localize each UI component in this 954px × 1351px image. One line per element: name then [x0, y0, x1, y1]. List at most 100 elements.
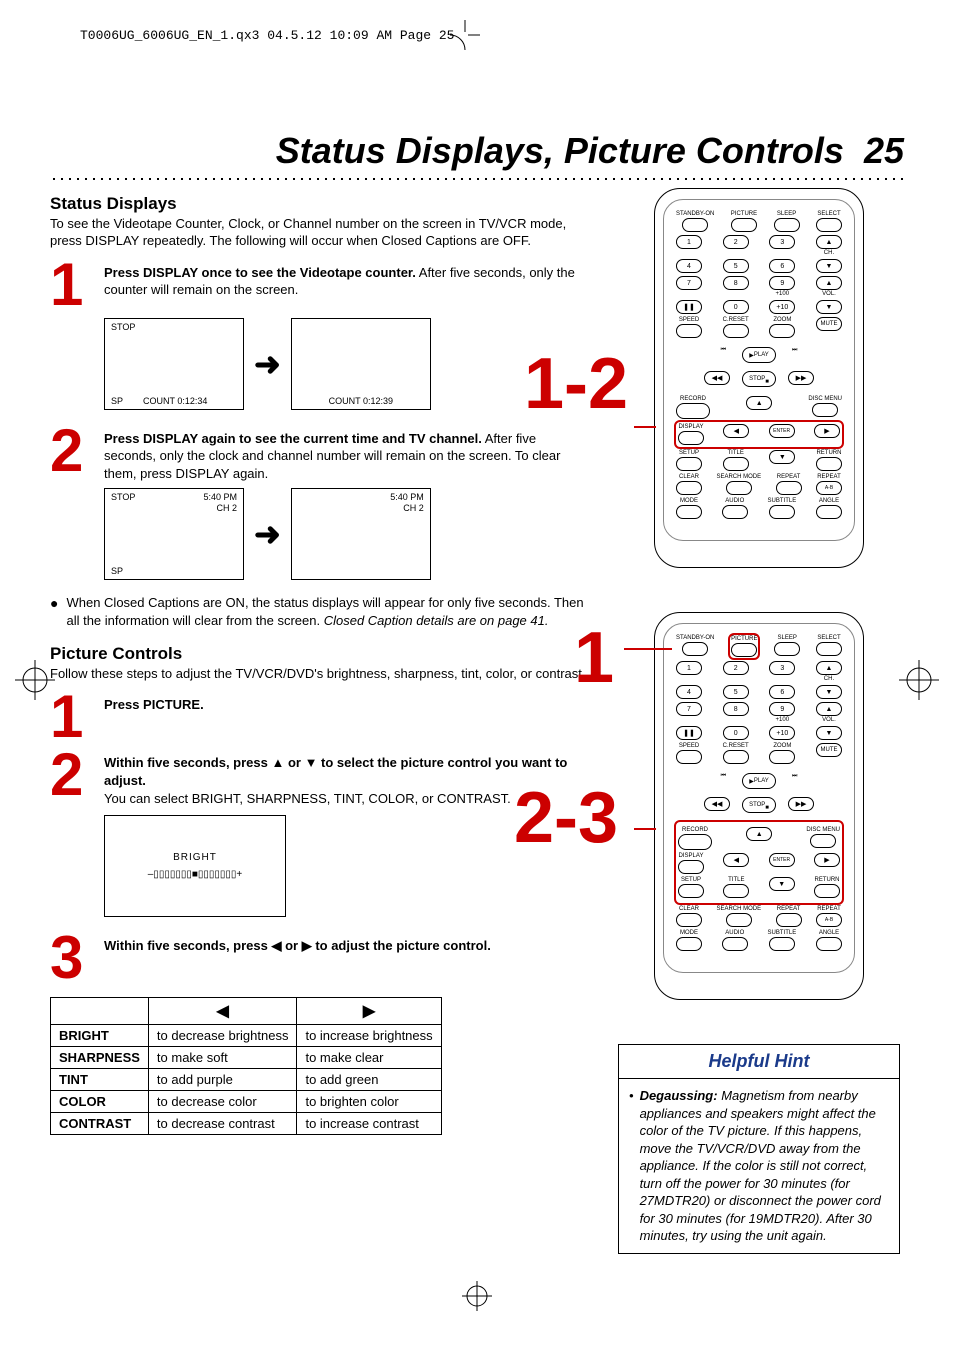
- mute-button[interactable]: MUTE: [816, 317, 842, 331]
- dpad-right-button[interactable]: ▶: [814, 853, 840, 867]
- rev-button[interactable]: ◀◀: [704, 371, 730, 385]
- num-5-button[interactable]: 5: [723, 259, 749, 273]
- dpad-down-button[interactable]: ▼: [769, 877, 795, 891]
- setup-button[interactable]: [678, 884, 704, 898]
- vol-down-button[interactable]: ▼: [816, 726, 842, 740]
- num-4-button[interactable]: 4: [676, 259, 702, 273]
- return-button[interactable]: [814, 884, 840, 898]
- repeat-ab-button[interactable]: A-B: [816, 913, 842, 927]
- dpad-down-button[interactable]: ▼: [769, 450, 795, 464]
- vol-up-button[interactable]: ▲: [816, 702, 842, 716]
- disc-menu-button[interactable]: [810, 834, 836, 848]
- enter-button[interactable]: ENTER: [769, 424, 795, 438]
- ch-down-button[interactable]: ▼: [816, 259, 842, 273]
- angle-button[interactable]: [816, 937, 842, 951]
- num-8-button[interactable]: 8: [723, 702, 749, 716]
- subtitle-button[interactable]: [769, 505, 795, 519]
- dpad-left-button[interactable]: ◀: [723, 424, 749, 438]
- ch-label: CH.: [824, 250, 834, 256]
- num-3-button[interactable]: 3: [769, 661, 795, 675]
- stop-button[interactable]: STOP■: [742, 797, 776, 813]
- num-6-button[interactable]: 6: [769, 259, 795, 273]
- ch-up-button[interactable]: ▲: [816, 235, 842, 249]
- speed-button[interactable]: [676, 324, 702, 338]
- standby-button[interactable]: [682, 642, 708, 656]
- play-button[interactable]: ▶PLAY: [742, 773, 776, 789]
- num-8-button[interactable]: 8: [723, 276, 749, 290]
- num-4-button[interactable]: 4: [676, 685, 702, 699]
- num-2-button[interactable]: 2: [723, 661, 749, 675]
- table-row: COLOR to decrease color to brighten colo…: [51, 1091, 442, 1113]
- num-6-button[interactable]: 6: [769, 685, 795, 699]
- num-7-button[interactable]: 7: [676, 276, 702, 290]
- creset-button[interactable]: [723, 750, 749, 764]
- screen-time-ch: 5:40 PMCH 2: [390, 492, 424, 514]
- record-button[interactable]: [678, 834, 712, 850]
- search-mode-button[interactable]: [726, 913, 752, 927]
- repeat-button[interactable]: [776, 913, 802, 927]
- subtitle-button[interactable]: [769, 937, 795, 951]
- display-button[interactable]: [678, 431, 704, 445]
- setup-button[interactable]: [676, 457, 702, 471]
- num-2-button[interactable]: 2: [723, 235, 749, 249]
- ch-up-button[interactable]: ▲: [816, 661, 842, 675]
- zoom-button[interactable]: [769, 750, 795, 764]
- record-button[interactable]: [676, 403, 710, 419]
- dpad-right-button[interactable]: ▶: [814, 424, 840, 438]
- creset-button[interactable]: [723, 324, 749, 338]
- title-button[interactable]: [723, 884, 749, 898]
- standby-button[interactable]: [682, 218, 708, 232]
- zoom-button[interactable]: [769, 324, 795, 338]
- title-button[interactable]: [723, 457, 749, 471]
- plus10-button[interactable]: +10: [769, 300, 795, 314]
- pause-button[interactable]: ❚❚: [676, 300, 702, 314]
- sleep-button[interactable]: [774, 218, 800, 232]
- rev-button[interactable]: ◀◀: [704, 797, 730, 811]
- num-0-button[interactable]: 0: [723, 726, 749, 740]
- angle-button[interactable]: [816, 505, 842, 519]
- dpad-up-button[interactable]: ▲: [746, 827, 772, 841]
- vol-up-button[interactable]: ▲: [816, 276, 842, 290]
- search-mode-button[interactable]: [726, 481, 752, 495]
- step-bold-text: Within five seconds, press ◀ or ▶ to adj…: [104, 938, 491, 953]
- display-button[interactable]: [678, 860, 704, 874]
- num-5-button[interactable]: 5: [723, 685, 749, 699]
- pause-button[interactable]: ❚❚: [676, 726, 702, 740]
- disc-menu-button[interactable]: [812, 403, 838, 417]
- picture-button[interactable]: [731, 218, 757, 232]
- enter-button[interactable]: ENTER: [769, 853, 795, 867]
- mode-button[interactable]: [676, 937, 702, 951]
- num-9-button[interactable]: 9: [769, 276, 795, 290]
- play-button[interactable]: ▶PLAY: [742, 347, 776, 363]
- num-9-button[interactable]: 9: [769, 702, 795, 716]
- clear-label: CLEAR: [679, 474, 699, 480]
- mode-button[interactable]: [676, 505, 702, 519]
- ch-down-button[interactable]: ▼: [816, 685, 842, 699]
- audio-button[interactable]: [722, 505, 748, 519]
- audio-button[interactable]: [722, 937, 748, 951]
- num-7-button[interactable]: 7: [676, 702, 702, 716]
- fwd-button[interactable]: ▶▶: [788, 371, 814, 385]
- clear-button[interactable]: [676, 481, 702, 495]
- repeat-ab-button[interactable]: A-B: [816, 481, 842, 495]
- connector-line: [634, 828, 656, 830]
- return-button[interactable]: [816, 457, 842, 471]
- num-1-button[interactable]: 1: [676, 661, 702, 675]
- repeat-button[interactable]: [776, 481, 802, 495]
- num-1-button[interactable]: 1: [676, 235, 702, 249]
- plus10-button[interactable]: +10: [769, 726, 795, 740]
- vol-down-button[interactable]: ▼: [816, 300, 842, 314]
- num-3-button[interactable]: 3: [769, 235, 795, 249]
- mute-button[interactable]: MUTE: [816, 743, 842, 757]
- fwd-button[interactable]: ▶▶: [788, 797, 814, 811]
- dpad-left-button[interactable]: ◀: [723, 853, 749, 867]
- speed-button[interactable]: [676, 750, 702, 764]
- dpad-up-button[interactable]: ▲: [746, 396, 772, 410]
- stop-button[interactable]: STOP■: [742, 371, 776, 387]
- select-button[interactable]: [816, 218, 842, 232]
- clear-button[interactable]: [676, 913, 702, 927]
- num-0-button[interactable]: 0: [723, 300, 749, 314]
- sleep-button[interactable]: [774, 642, 800, 656]
- picture-button[interactable]: [731, 643, 757, 657]
- select-button[interactable]: [816, 642, 842, 656]
